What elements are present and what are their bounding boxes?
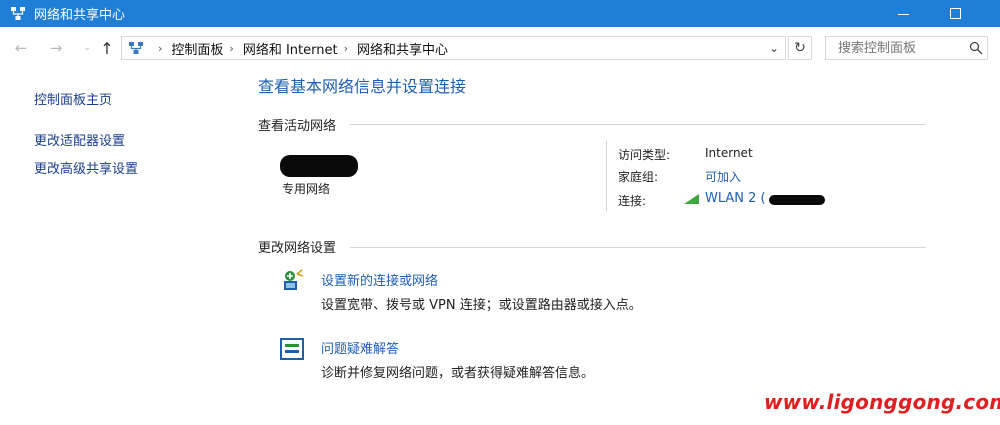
recent-locations-button[interactable]: ⌄ [78, 39, 96, 57]
minimize-button[interactable] [880, 0, 926, 27]
access-type-value: Internet [705, 146, 753, 160]
network-type: 专用网络 [282, 182, 331, 196]
search-icon [969, 41, 983, 55]
change-settings-header: 更改网络设置 [258, 241, 337, 256]
address-dropdown-button[interactable]: ⌄ [769, 41, 779, 55]
redacted-ssid [769, 195, 825, 205]
refresh-icon: ↻ [794, 40, 806, 56]
breadcrumb-separator-icon: › [343, 41, 348, 55]
maximize-button[interactable] [932, 0, 978, 27]
breadcrumb-network-sharing-center[interactable]: 网络和共享中心 [357, 39, 448, 58]
arrow-up-icon: ↑ [100, 38, 114, 58]
wifi-signal-icon [684, 194, 699, 204]
minimize-icon [897, 14, 909, 15]
homegroup-label: 家庭组: [618, 170, 659, 184]
breadcrumb-control-panel[interactable]: 控制面板 [171, 39, 223, 58]
redacted-network-name [280, 155, 358, 177]
window-title: 网络和共享中心 [34, 8, 126, 23]
page-title: 查看基本网络信息并设置连接 [258, 77, 467, 96]
breadcrumb-separator-icon: › [229, 41, 234, 55]
setup-connection-link[interactable]: 设置新的连接或网络 [321, 270, 438, 289]
forward-button[interactable]: → [47, 39, 65, 57]
section-divider [350, 247, 926, 248]
homegroup-link[interactable]: 可加入 [705, 170, 741, 184]
breadcrumb-network-internet[interactable]: 网络和 Internet [243, 39, 338, 58]
breadcrumb-separator-icon: › [158, 41, 163, 55]
network-sharing-center-window: 网络和共享中心 ← → ⌄ ↑ › 控制面板 › 网络和 Internet › … [0, 0, 1000, 425]
troubleshoot-icon [280, 338, 304, 360]
setup-connection-desc: 设置宽带、拨号或 VPN 连接；或设置路由器或接入点。 [321, 298, 642, 313]
network-sharing-icon [11, 6, 25, 20]
sidebar-item-change-adapter-settings[interactable]: 更改适配器设置 [34, 130, 125, 149]
title-bar: 网络和共享中心 [0, 0, 1000, 27]
control-panel-icon [129, 42, 143, 54]
wlan-connection-link[interactable]: WLAN 2 ( [705, 191, 766, 206]
back-button[interactable]: ← [12, 39, 30, 57]
address-bar[interactable]: › 控制面板 › 网络和 Internet › 网络和共享中心 [121, 36, 786, 60]
navigation-bar: ← → ⌄ ↑ › 控制面板 › 网络和 Internet › 网络和共享中心 … [0, 27, 1000, 69]
troubleshoot-desc: 诊断并修复网络问题，或者获得疑难解答信息。 [321, 366, 595, 381]
active-networks-header: 查看活动网络 [258, 119, 337, 134]
arrow-right-icon: → [49, 39, 63, 57]
refresh-button[interactable]: ↻ [788, 36, 812, 60]
chevron-down-icon: ⌄ [83, 43, 91, 53]
troubleshoot-link[interactable]: 问题疑难解答 [321, 338, 399, 357]
connection-label: 连接: [618, 194, 647, 208]
sidebar-item-control-panel-home[interactable]: 控制面板主页 [34, 89, 112, 108]
maximize-icon [949, 8, 961, 19]
search-input[interactable] [825, 36, 988, 60]
section-divider [350, 124, 926, 125]
sidebar-item-change-advanced-sharing[interactable]: 更改高级共享设置 [34, 158, 138, 177]
watermark-text: www.ligonggong.com [764, 390, 1000, 414]
vertical-divider [606, 141, 607, 211]
arrow-left-icon: ← [14, 39, 28, 57]
chevron-down-icon: ⌄ [769, 41, 780, 55]
up-button[interactable]: ↑ [98, 38, 116, 58]
new-connection-icon [284, 269, 304, 290]
access-type-label: 访问类型: [618, 148, 671, 162]
